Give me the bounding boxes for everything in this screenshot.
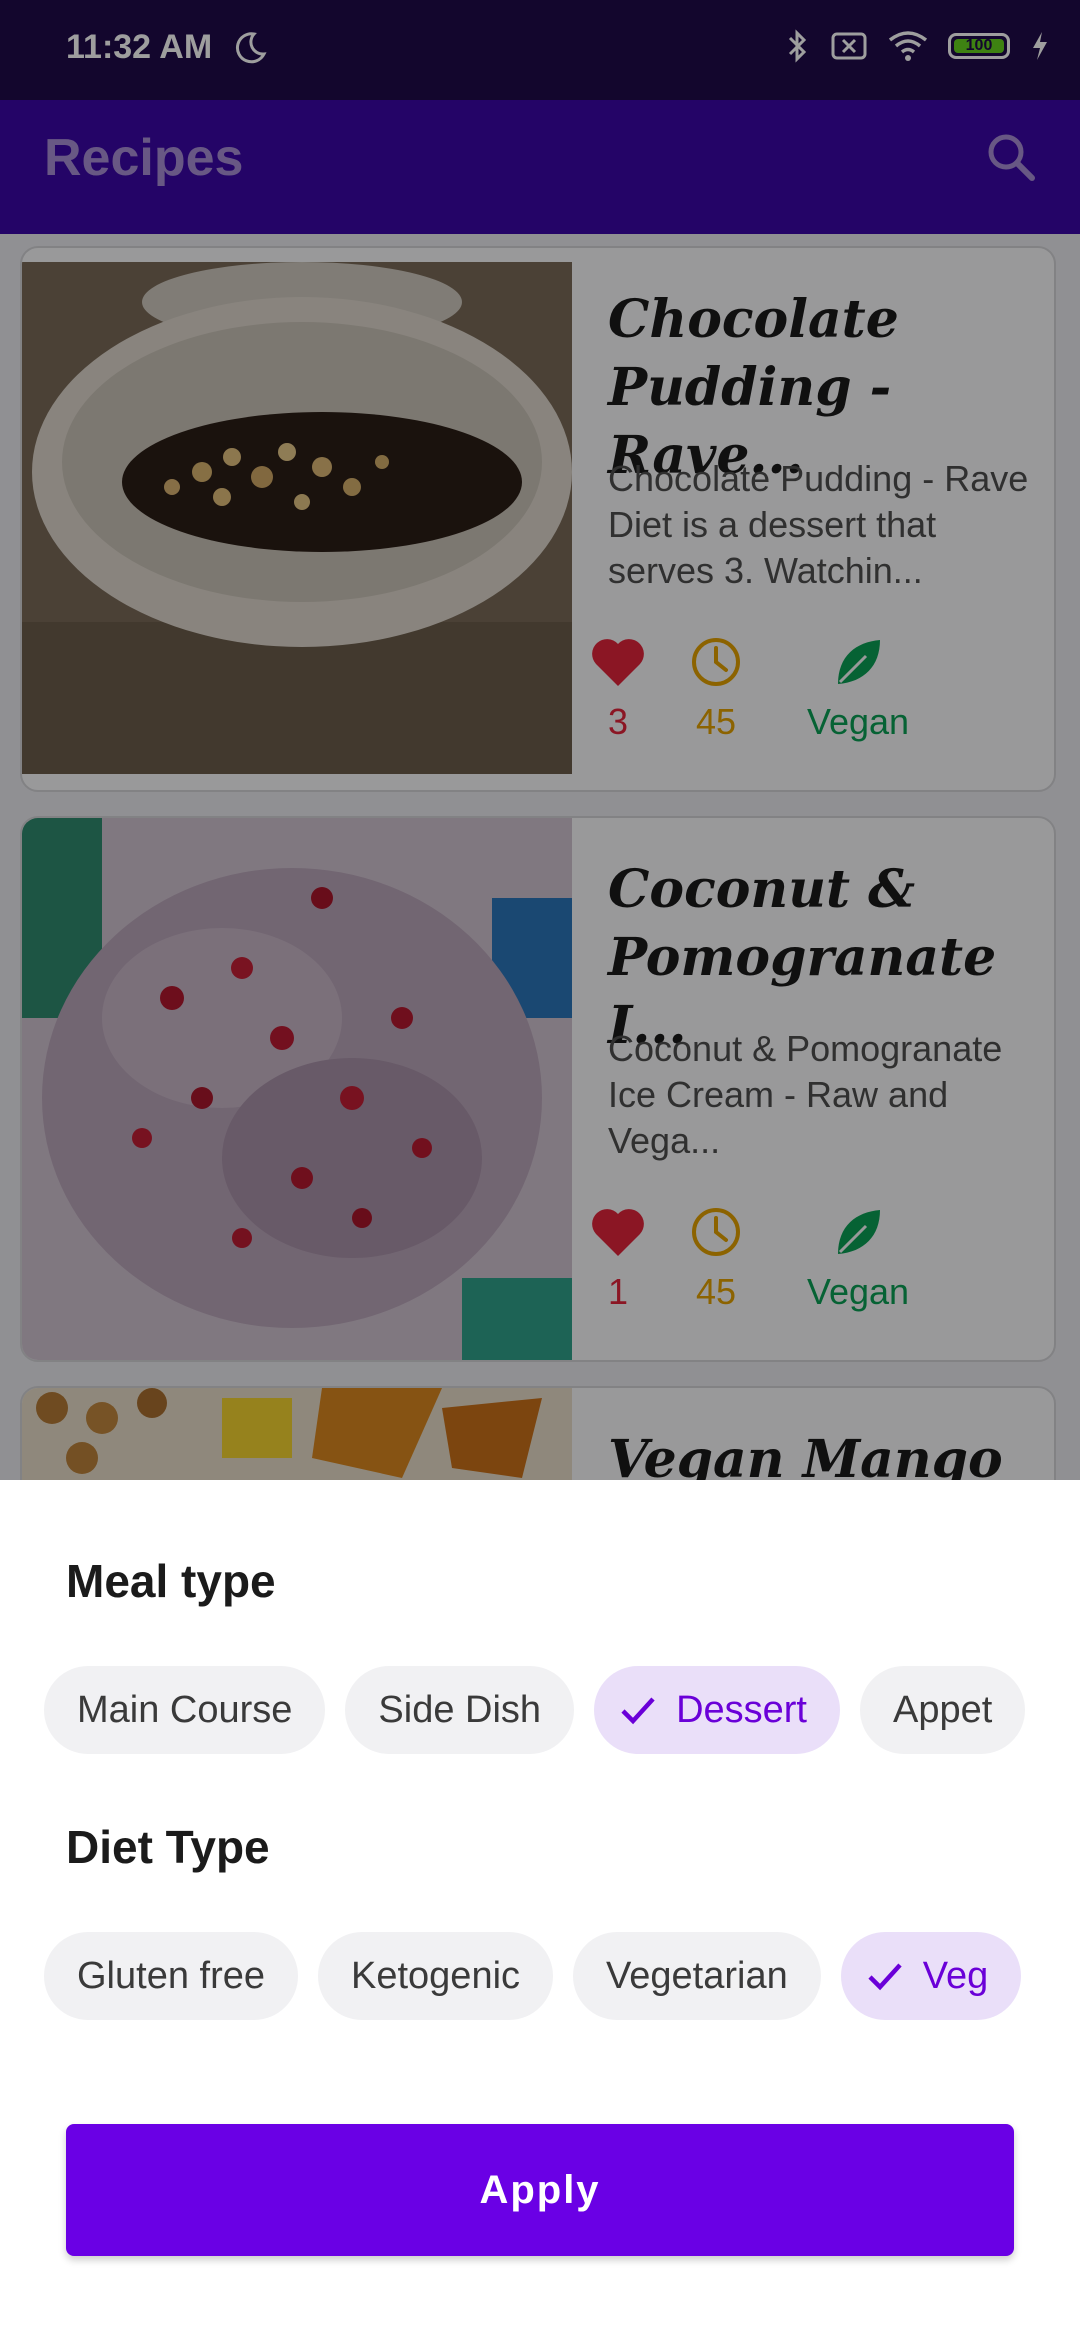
chip-label: Ketogenic — [351, 1954, 521, 1997]
chip-label: Veg — [922, 1954, 989, 1997]
diet-type-heading: Diet Type — [66, 1821, 270, 1873]
chip-label: Gluten free — [77, 1954, 265, 1997]
check-icon — [621, 1697, 655, 1725]
chip-appetizer[interactable]: Appet — [859, 1666, 1026, 1754]
chip-vegan[interactable]: Veg — [840, 1932, 1022, 2020]
apply-button-label: Apply — [479, 2167, 601, 2212]
scrim-overlay[interactable] — [0, 0, 1080, 1480]
chip-label: Dessert — [676, 1688, 807, 1731]
chip-ketogenic[interactable]: Ketogenic — [318, 1932, 554, 2020]
meal-type-chip-group: Main Course Side Dish Dessert Appet — [44, 1666, 1036, 1756]
diet-type-chip-group: Gluten free Ketogenic Vegetarian Veg — [44, 1932, 1036, 2022]
chip-side-dish[interactable]: Side Dish — [345, 1666, 575, 1754]
apply-button[interactable]: Apply — [66, 2124, 1014, 2256]
check-icon — [868, 1963, 902, 1991]
meal-type-heading: Meal type — [66, 1555, 276, 1607]
chip-label: Side Dish — [378, 1688, 542, 1731]
chip-vegetarian[interactable]: Vegetarian — [573, 1932, 821, 2020]
chip-main-course[interactable]: Main Course — [44, 1666, 326, 1754]
chip-dessert[interactable]: Dessert — [594, 1666, 840, 1754]
filter-bottom-sheet: Meal type Main Course Side Dish Dessert App… — [0, 1480, 1080, 2340]
chip-gluten-free[interactable]: Gluten free — [44, 1932, 298, 2020]
chip-label: Vegetarian — [606, 1954, 788, 1997]
chip-label: Main Course — [77, 1688, 293, 1731]
chip-label: Appet — [892, 1688, 993, 1731]
